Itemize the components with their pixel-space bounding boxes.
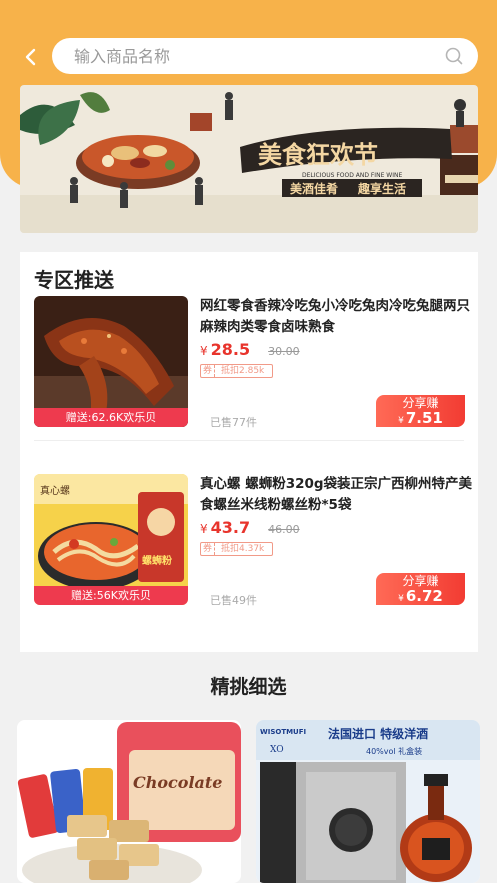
coupon-text: 抵扣4.37k <box>221 544 265 554</box>
pick-image-subtext: 40%vol 礼盒装 <box>366 746 422 756</box>
coupon-tag: 券 <box>201 543 216 555</box>
gift-badge: 赠送:62.6K欢乐贝 <box>34 408 188 427</box>
divider <box>34 440 464 441</box>
coupon-tag: 券 <box>201 365 216 377</box>
gift-badge: 赠送:56K欢乐贝 <box>34 586 188 605</box>
currency-symbol: ¥ <box>200 344 208 358</box>
sold-count: 已售49件 <box>210 594 257 607</box>
coupon-text: 抵扣2.85k <box>221 366 265 376</box>
sold-count: 已售77件 <box>210 416 257 429</box>
product-card[interactable]: 真心螺 螺蛳粉 赠送:56K欢乐贝 真心螺 螺蛳粉320g袋装正宗广西柳州特产美… <box>34 474 476 607</box>
pick-grade: XO <box>270 745 284 755</box>
search-input[interactable] <box>74 38 414 74</box>
product-card[interactable]: 赠送:62.6K欢乐贝 网红零食香辣冷吃兔小冷吃兔肉冷吃兔腿两只麻辣肉类零食卤味… <box>34 296 476 429</box>
picks-title: 精挑细选 <box>210 676 287 698</box>
price-row: ¥28.5 30.00 <box>200 340 300 362</box>
chocolate-snack-image: Chocolate <box>17 720 241 883</box>
search-icon[interactable] <box>444 46 464 66</box>
price: 28.5 <box>210 340 251 359</box>
banner-slogan-left: 美酒佳肴 <box>290 181 338 196</box>
pick-card[interactable]: Chocolate <box>17 720 241 883</box>
header <box>0 38 497 76</box>
currency-symbol: ¥ <box>200 522 208 536</box>
pick-brand: WISOTMUFI <box>260 728 306 736</box>
banner-illustration: 美食狂欢节 DELICIOUS FOOD AND FINE WINE 美酒佳肴 … <box>20 85 478 233</box>
share-earn-button[interactable]: 分享赚 ¥6.72 <box>376 573 465 605</box>
share-label: 分享赚 <box>402 574 439 588</box>
price-row: ¥43.7 46.00 <box>200 518 300 540</box>
share-value: 6.72 <box>405 587 443 605</box>
xo-liquor-image: 法国进口 特级洋酒 40%vol 礼盒装 WISOTMUFI XO <box>256 720 480 883</box>
promo-banner[interactable]: 美食狂欢节 DELICIOUS FOOD AND FINE WINE 美酒佳肴 … <box>20 85 478 233</box>
search-bar[interactable] <box>52 38 478 74</box>
pick-image-text: Chocolate <box>133 773 222 792</box>
product-title[interactable]: 真心螺 螺蛳粉320g袋装正宗广西柳州特产美食螺丝米线粉螺丝粉*5袋 <box>200 474 476 516</box>
coupon-badge[interactable]: 券 抵扣4.37k <box>200 542 274 556</box>
section-title: 专区推送 <box>34 268 114 292</box>
banner-title: 美食狂欢节 <box>258 141 378 169</box>
price: 43.7 <box>210 518 251 537</box>
original-price: 30.00 <box>268 345 300 358</box>
coupon-badge[interactable]: 券 抵扣2.85k <box>200 364 274 378</box>
banner-subtitle: DELICIOUS FOOD AND FINE WINE <box>302 172 402 179</box>
share-earn-button[interactable]: 分享赚 ¥7.51 <box>376 395 465 427</box>
original-price: 46.00 <box>268 523 300 536</box>
product-image[interactable]: 赠送:62.6K欢乐贝 <box>34 296 188 427</box>
pick-card[interactable]: 法国进口 特级洋酒 40%vol 礼盒装 WISOTMUFI XO <box>256 720 480 883</box>
product-image[interactable]: 真心螺 螺蛳粉 赠送:56K欢乐贝 <box>34 474 188 605</box>
featured-section: 专区推送 赠送:62.6K欢乐贝 网红零食香辣冷吃兔小冷吃兔肉冷吃兔腿两只麻辣肉… <box>20 252 478 652</box>
share-label: 分享赚 <box>402 396 439 410</box>
image-label: 螺蛳粉 <box>142 554 172 567</box>
product-title[interactable]: 网红零食香辣冷吃兔小冷吃兔肉冷吃兔腿两只麻辣肉类零食卤味熟食 <box>200 296 476 338</box>
banner-slogan-right: 趣享生活 <box>357 181 406 196</box>
share-currency-symbol: ¥ <box>398 594 404 604</box>
image-brand: 真心螺 <box>40 484 70 497</box>
pick-image-text: 法国进口 特级洋酒 <box>328 726 428 741</box>
share-value: 7.51 <box>405 409 443 427</box>
chevron-left-icon <box>25 48 36 66</box>
back-button[interactable] <box>16 42 46 72</box>
share-currency-symbol: ¥ <box>398 416 404 426</box>
